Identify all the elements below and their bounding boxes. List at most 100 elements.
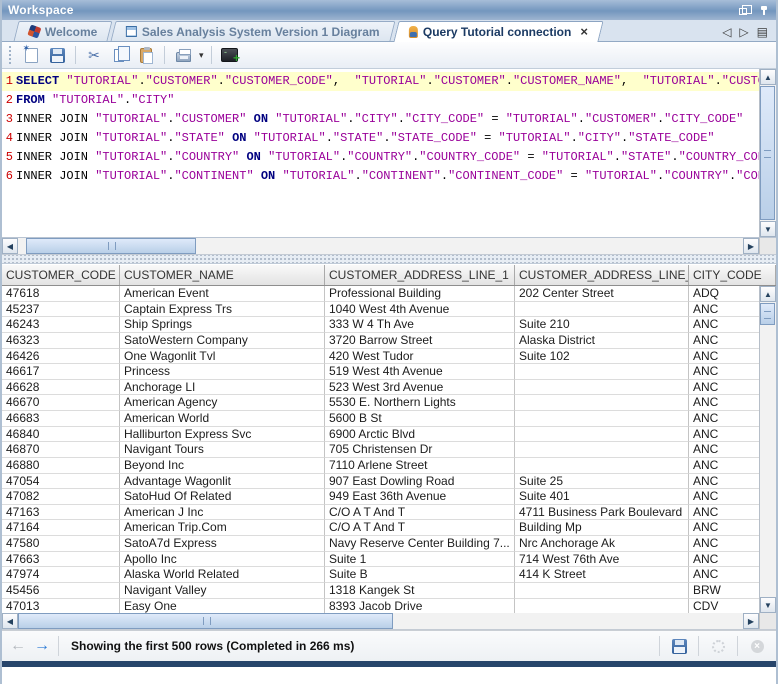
table-row[interactable]: 47164American Trip.ComC/O A T And TBuild…: [2, 520, 759, 536]
table-cell: 45237: [2, 302, 120, 318]
paste-button[interactable]: [135, 44, 157, 66]
tab-welcome[interactable]: Welcome: [14, 21, 113, 41]
table-row[interactable]: 46683American World5600 B StANC: [2, 411, 759, 427]
new-console-button[interactable]: [219, 44, 241, 66]
table-cell: One Wagonlit Tvl: [120, 349, 325, 365]
cancel-button[interactable]: ×: [746, 640, 768, 653]
column-header[interactable]: CITY_CODE: [689, 265, 776, 285]
table-row[interactable]: 47163American J IncC/O A T And T4711 Bus…: [2, 505, 759, 521]
table-row[interactable]: 47618American EventProfessional Building…: [2, 286, 759, 302]
editor-horizontal-scrollbar[interactable]: ◀ ▶: [2, 238, 776, 255]
table-vscroll-thumb[interactable]: [760, 303, 775, 325]
table-cell: ANC: [689, 505, 759, 521]
print-dropdown-icon[interactable]: ▾: [199, 50, 204, 61]
table-row[interactable]: 46870Navigant Tours705 Christensen DrANC: [2, 442, 759, 458]
close-tab-icon[interactable]: ×: [581, 27, 589, 37]
results-panel: CUSTOMER_CODECUSTOMER_NAMECUSTOMER_ADDRE…: [2, 264, 776, 630]
table-horizontal-scrollbar[interactable]: ◀ ▶: [2, 613, 776, 630]
cut-icon: ✂: [88, 47, 100, 64]
table-cell: 45456: [2, 583, 120, 599]
table-cell: [515, 458, 689, 474]
column-header[interactable]: CUSTOMER_ADDRESS_LINE_1: [325, 265, 515, 285]
table-row[interactable]: 47082SatoHud Of Related949 East 36th Ave…: [2, 489, 759, 505]
print-button[interactable]: [172, 44, 194, 66]
tab-query-tutorial-connection[interactable]: Query Tutorial connection ×: [394, 21, 604, 42]
editor-hscroll-thumb[interactable]: [26, 238, 196, 254]
editor-vscroll-thumb[interactable]: [760, 86, 775, 220]
table-cell: Professional Building: [325, 286, 515, 302]
table-row[interactable]: 47974Alaska World RelatedSuite B414 K St…: [2, 567, 759, 583]
column-header[interactable]: CUSTOMER_CODE: [2, 265, 120, 285]
diagram-icon: [126, 26, 137, 37]
table-cell: 1318 Kangek St: [325, 583, 515, 599]
scroll-down-icon[interactable]: ▼: [760, 221, 776, 237]
editor-vertical-scrollbar[interactable]: ▲ ▼: [759, 69, 776, 237]
table-cell: 414 K Street: [515, 567, 689, 583]
paste-icon: [140, 48, 152, 63]
code-line: 6INNER JOIN "TUTORIAL"."CONTINENT" ON "T…: [2, 167, 759, 186]
table-cell: SatoWestern Company: [120, 333, 325, 349]
table-row[interactable]: 46840Halliburton Express Svc6900 Arctic …: [2, 427, 759, 443]
table-cell: [515, 364, 689, 380]
code-line: 4INNER JOIN "TUTORIAL"."STATE" ON "TUTOR…: [2, 129, 759, 148]
table-row[interactable]: 46880Beyond Inc7110 Arlene StreetANC: [2, 458, 759, 474]
pin-icon[interactable]: [756, 4, 770, 16]
table-cell: Suite 25: [515, 474, 689, 490]
table-vertical-scrollbar[interactable]: ▲ ▼: [759, 286, 776, 613]
results-table-body[interactable]: 47618American EventProfessional Building…: [2, 286, 759, 613]
table-cell: 47082: [2, 489, 120, 505]
toolbar-drag-handle[interactable]: [9, 46, 13, 64]
split-pane-divider[interactable]: [2, 255, 776, 264]
table-cell: [515, 583, 689, 599]
scroll-down-icon[interactable]: ▼: [760, 597, 776, 613]
table-cell: Navigant Valley: [120, 583, 325, 599]
save-button[interactable]: [46, 44, 68, 66]
table-cell: ANC: [689, 364, 759, 380]
new-file-button[interactable]: [20, 44, 42, 66]
status-message: Showing the first 500 rows (Completed in…: [67, 639, 651, 653]
table-row[interactable]: 46628Anchorage LI523 West 3rd AvenueANC: [2, 380, 759, 396]
table-row[interactable]: 46617Princess519 West 4th AvenueANC: [2, 364, 759, 380]
table-cell: [515, 442, 689, 458]
table-row[interactable]: 46323SatoWestern Company3720 Barrow Stre…: [2, 333, 759, 349]
table-row[interactable]: 47580SatoA7d ExpressNavy Reserve Center …: [2, 536, 759, 552]
table-row[interactable]: 45456Navigant Valley1318 Kangek StBRW: [2, 583, 759, 599]
scroll-left-icon[interactable]: ◀: [2, 613, 18, 629]
scroll-right-icon[interactable]: ▶: [743, 238, 759, 254]
copy-button[interactable]: [109, 44, 131, 66]
sql-editor-lines[interactable]: 1SELECT "TUTORIAL"."CUSTOMER"."CUSTOMER_…: [2, 69, 759, 237]
table-row[interactable]: 46243Ship Springs333 W 4 Th AveSuite 210…: [2, 317, 759, 333]
back-arrow-icon[interactable]: ←: [10, 638, 26, 654]
scroll-tabs-right-icon[interactable]: ▷: [739, 26, 748, 38]
save-result-button[interactable]: [668, 639, 690, 654]
tab-sales-analysis-diagram[interactable]: Sales Analysis System Version 1 Diagram: [111, 21, 396, 41]
table-row[interactable]: 46426One Wagonlit Tvl420 West TudorSuite…: [2, 349, 759, 365]
table-row[interactable]: 47013Easy One8393 Jacob DriveCDV: [2, 599, 759, 614]
tab-list-icon[interactable]: ▤: [757, 26, 768, 38]
table-row[interactable]: 47663Apollo IncSuite 1714 West 76th AveA…: [2, 552, 759, 568]
statusbar-separator: [737, 636, 738, 656]
restore-icon[interactable]: [736, 4, 750, 16]
table-row[interactable]: 45237Captain Express Trs1040 West 4th Av…: [2, 302, 759, 318]
table-cell: ANC: [689, 302, 759, 318]
column-header[interactable]: CUSTOMER_ADDRESS_LINE_2: [515, 265, 689, 285]
copy-icon: [114, 49, 124, 62]
toolbar-separator: [164, 46, 165, 64]
column-header[interactable]: CUSTOMER_NAME: [120, 265, 325, 285]
table-hscroll-thumb[interactable]: [18, 613, 393, 629]
table-cell: ANC: [689, 380, 759, 396]
scroll-up-icon[interactable]: ▲: [760, 286, 776, 302]
table-row[interactable]: 47054Advantage Wagonlit907 East Dowling …: [2, 474, 759, 490]
table-cell: [515, 427, 689, 443]
table-cell: 8393 Jacob Drive: [325, 599, 515, 614]
scroll-tabs-left-icon[interactable]: ◁: [722, 26, 731, 38]
forward-arrow-icon[interactable]: →: [34, 638, 50, 654]
scroll-left-icon[interactable]: ◀: [2, 238, 18, 254]
table-cell: Nrc Anchorage Ak: [515, 536, 689, 552]
scroll-up-icon[interactable]: ▲: [760, 69, 776, 85]
scroll-right-icon[interactable]: ▶: [743, 613, 759, 629]
line-number: 3: [2, 110, 16, 129]
table-row[interactable]: 46670American Agency5530 E. Northern Lig…: [2, 395, 759, 411]
print-icon: [176, 52, 191, 62]
cut-button[interactable]: ✂: [83, 44, 105, 66]
